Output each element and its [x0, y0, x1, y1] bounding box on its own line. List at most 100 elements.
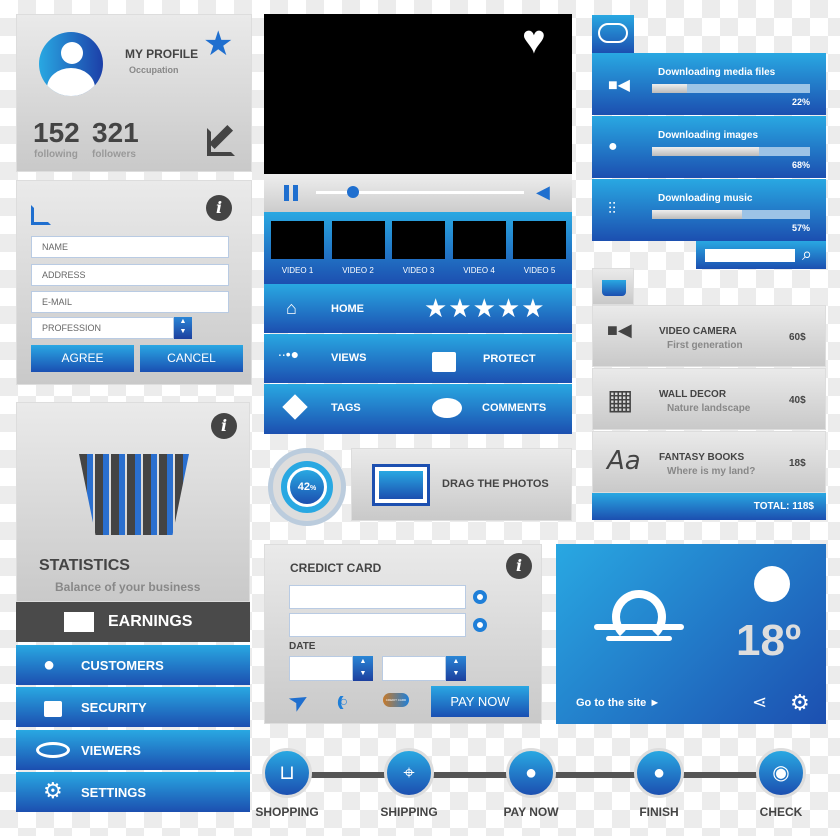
card-holder-field[interactable] [289, 613, 466, 637]
menu-label: EARNINGS [108, 613, 193, 630]
downloads-panel: ■◀ Downloading media files 22% ● Downloading… [592, 53, 826, 241]
progress-circle: 42% [268, 448, 346, 526]
info-icon[interactable]: i [506, 553, 532, 579]
cart-item[interactable]: Aa FANTASY BOOKS Where is my land? 18$ [592, 431, 826, 493]
edit-icon [31, 205, 51, 225]
month-spinner[interactable]: ▲ ▼ [353, 656, 373, 681]
menu-security[interactable]: SECURITY [16, 687, 250, 727]
menu-views[interactable]: ∙∙•● VIEWS [264, 334, 418, 383]
cancel-button[interactable]: CANCEL [140, 345, 243, 372]
step-finish[interactable]: ● [634, 748, 684, 798]
step-pay-now[interactable]: ● [506, 748, 556, 798]
cloud-download-tab[interactable] [592, 15, 634, 53]
volume-icon[interactable]: ◀ [536, 182, 550, 203]
gear-icon[interactable]: ⚙ [790, 690, 810, 716]
profession-select[interactable]: PROFESSION [31, 317, 174, 339]
star-icon[interactable]: ★ [203, 27, 233, 61]
radio-1[interactable] [473, 590, 487, 604]
video-screen[interactable]: ♥ [264, 14, 572, 174]
seek-knob[interactable] [347, 186, 360, 198]
download-progress [652, 84, 810, 93]
item-name: FANTASY BOOKS [659, 452, 745, 463]
cart-item[interactable]: ■◀ VIDEO CAMERA First generation 60$ [592, 305, 826, 367]
menu-home[interactable]: ⌂ HOME [264, 284, 418, 333]
bar-chart-graphic [79, 433, 189, 543]
menu-comments[interactable]: COMMENTS [418, 384, 572, 434]
info-icon[interactable]: i [211, 413, 237, 439]
gear-icon: ⚙ [43, 778, 63, 803]
edit-icon[interactable] [207, 124, 235, 156]
video-thumb-label: VIDEO 3 [402, 266, 435, 275]
progress-unit: % [310, 485, 317, 492]
video-thumb[interactable] [331, 221, 385, 259]
credit-card-logo: CREDIT CARD [383, 693, 409, 707]
step-label: PAY NOW [503, 805, 559, 819]
share-icon[interactable]: ⋖ [752, 692, 767, 713]
avatar[interactable] [39, 32, 103, 96]
folder-icon [64, 612, 94, 632]
lock-icon [432, 352, 456, 372]
month-field[interactable] [289, 656, 353, 681]
agree-button[interactable]: AGREE [31, 345, 134, 372]
card-number-field[interactable] [289, 585, 466, 609]
video-thumb[interactable] [392, 221, 445, 259]
search-icon[interactable]: ⌕ [802, 244, 812, 265]
drag-photos-zone[interactable]: DRAG THE PHOTOS [351, 448, 572, 521]
go-to-site-link[interactable]: Go to the site ► [576, 697, 660, 709]
profession-spinner[interactable]: ▲ ▼ [174, 317, 192, 339]
sun-icon [584, 566, 694, 646]
download-label: Downloading media files [658, 67, 776, 78]
menu-viewers[interactable]: VIEWERS [16, 730, 250, 770]
menu-settings[interactable]: ⚙ SETTINGS [16, 772, 250, 812]
image-icon [372, 464, 430, 506]
download-row: ⫶⫶ Downloading music 57% [592, 179, 826, 241]
pause-button[interactable] [284, 185, 298, 201]
step-shopping[interactable]: ⊔ [262, 748, 312, 798]
radio-2[interactable] [473, 618, 487, 632]
basket-icon [602, 280, 626, 296]
menu-protect[interactable]: PROTECT [418, 334, 572, 383]
name-field[interactable]: NAME [31, 236, 229, 258]
video-thumb[interactable] [513, 221, 566, 259]
cart-list: ■◀ VIDEO CAMERA First generation 60$ ▦ WALL D… [592, 305, 826, 493]
weather-widget: 18º Go to the site ► ⋖ ⚙ [556, 544, 826, 724]
menu-tags[interactable]: TAGS [264, 384, 418, 434]
year-spinner[interactable]: ▲ ▼ [446, 656, 466, 681]
video-thumb-label: VIDEO 4 [463, 266, 495, 275]
menu-earnings[interactable]: EARNINGS [16, 602, 250, 642]
video-controls: ◀ [264, 174, 572, 212]
rating-stars[interactable]: ★★★★★ [418, 284, 572, 333]
step-check[interactable]: ◉ [756, 748, 806, 798]
year-field[interactable] [382, 656, 446, 681]
video-thumb-label: VIDEO 5 [523, 266, 556, 275]
download-progress [652, 147, 810, 156]
menu-customers[interactable]: ● CUSTOMERS [16, 645, 250, 685]
video-thumb[interactable] [452, 221, 506, 259]
step-label: SHOPPING [255, 805, 319, 819]
info-icon[interactable]: i [206, 195, 232, 221]
following-count: 152 [33, 117, 80, 148]
video-thumb[interactable] [271, 221, 324, 259]
video-menu: ⌂ HOME ★★★★★ ∙∙•● VIEWS PROTECT TAGS COMME… [264, 284, 572, 434]
card-title: CREDICT CARD [290, 561, 382, 575]
search-input[interactable] [705, 249, 795, 262]
followers-label: followers [92, 149, 136, 160]
clock-icon [754, 566, 790, 602]
download-percent: 68% [791, 160, 810, 170]
lock-icon [44, 701, 62, 717]
item-desc: Where is my land? [667, 466, 756, 477]
email-field[interactable]: E-MAIL [31, 291, 229, 313]
item-price: 40$ [789, 395, 806, 406]
progress-value: 42 [297, 481, 310, 493]
address-field[interactable]: ADDRESS [31, 264, 229, 286]
pay-now-button[interactable]: PAY NOW [431, 686, 529, 717]
item-name: VIDEO CAMERA [659, 326, 737, 337]
heart-icon[interactable]: ♥ [522, 18, 546, 63]
comment-icon [432, 398, 462, 418]
camera-icon: ● [608, 138, 618, 155]
menu-label: SETTINGS [81, 785, 147, 800]
step-shipping[interactable]: ⌖ [384, 748, 434, 798]
video-thumb-label: VIDEO 1 [281, 266, 314, 275]
cart-item[interactable]: ▦ WALL DECOR Nature landscape 40$ [592, 368, 826, 430]
basket-tab[interactable] [592, 268, 634, 305]
